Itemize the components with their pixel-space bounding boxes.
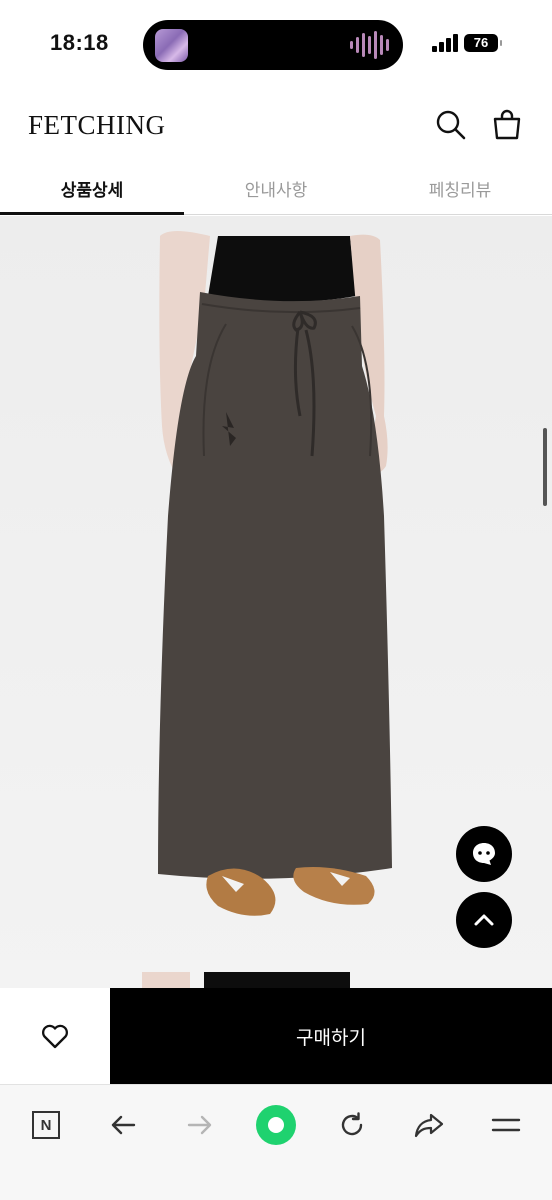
cart-button[interactable]: [490, 108, 524, 142]
share-icon: [414, 1113, 444, 1138]
browser-toolbar: N: [0, 1084, 552, 1200]
green-dot-button[interactable]: [254, 1103, 298, 1147]
back-button[interactable]: [101, 1103, 145, 1147]
purchase-bar: 구매하기: [0, 988, 552, 1084]
tab-reviews[interactable]: 페칭리뷰: [368, 160, 552, 214]
now-playing-artwork: [155, 29, 188, 62]
product-tabs: 상품상세 안내사항 페칭리뷰: [0, 160, 552, 215]
search-icon: [436, 110, 466, 140]
status-time: 18:18: [50, 30, 109, 55]
chat-icon: [473, 843, 495, 865]
browser-home-button[interactable]: N: [24, 1103, 68, 1147]
scroll-top-button[interactable]: [456, 892, 512, 948]
menu-button[interactable]: [484, 1103, 528, 1147]
audio-waveform-icon: [350, 30, 389, 60]
logo[interactable]: FETCHING: [28, 110, 166, 141]
signal-icon: [432, 34, 458, 52]
green-dot-icon: [256, 1105, 296, 1145]
heart-icon: [42, 1024, 68, 1049]
refresh-icon: [341, 1112, 363, 1136]
refresh-button[interactable]: [330, 1103, 374, 1147]
share-button[interactable]: [407, 1103, 451, 1147]
status-bar: 18:18 76: [0, 0, 552, 90]
site-header: FETCHING: [0, 90, 552, 160]
buy-button[interactable]: 구매하기: [110, 988, 552, 1084]
menu-icon: [491, 1118, 521, 1132]
shopping-bag-icon: [493, 109, 521, 140]
arrow-left-icon: [111, 1115, 136, 1135]
naver-n-icon: N: [32, 1111, 60, 1139]
arrow-right-icon: [187, 1115, 212, 1135]
tab-guide[interactable]: 안내사항: [184, 160, 368, 214]
chat-button[interactable]: [456, 826, 512, 882]
forward-button[interactable]: [178, 1103, 222, 1147]
chevron-up-icon: [474, 914, 494, 926]
dynamic-island[interactable]: [143, 20, 403, 70]
search-button[interactable]: [434, 108, 468, 142]
wishlist-button[interactable]: [0, 988, 110, 1084]
tab-product-detail[interactable]: 상품상세: [0, 160, 184, 215]
scroll-indicator[interactable]: [543, 428, 547, 506]
battery-icon: 76: [464, 34, 502, 52]
